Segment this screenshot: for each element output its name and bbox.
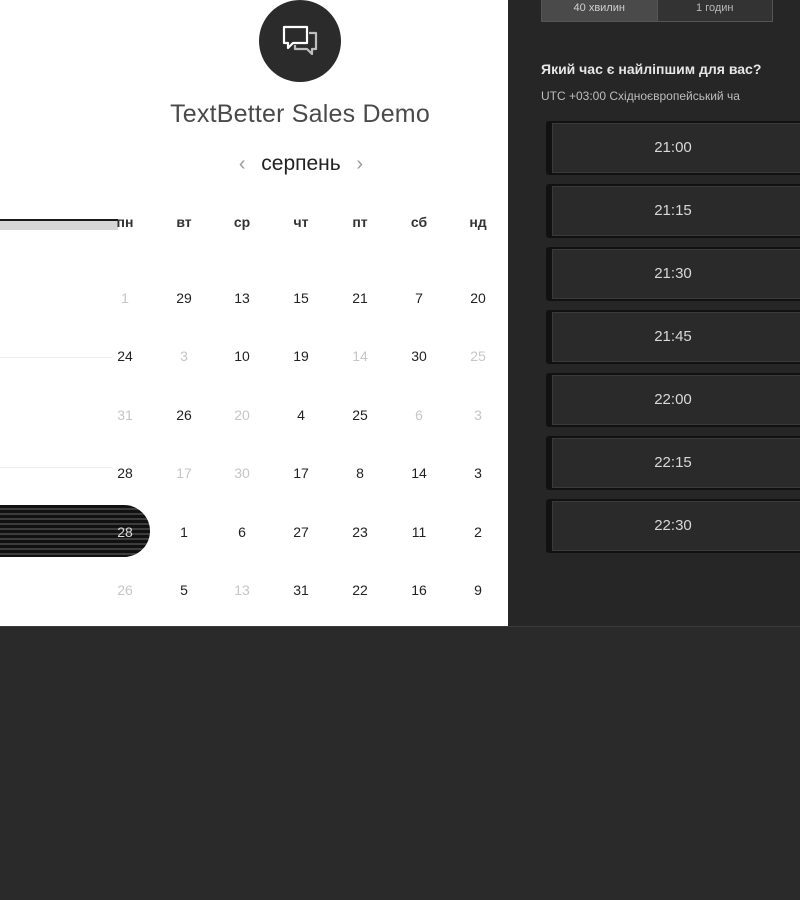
calendar-day: 17 xyxy=(176,465,192,481)
booking-page: TextBetter Sales Demo ‹ серпень › пн вт … xyxy=(0,0,800,900)
duration-selector: 40 хвилин 1 годин xyxy=(541,0,773,22)
calendar-day[interactable]: 15 xyxy=(271,290,331,306)
calendar-day[interactable]: 6 xyxy=(212,524,272,540)
calendar-day: 1 xyxy=(121,290,129,306)
calendar-day[interactable]: 11 xyxy=(389,524,449,540)
calendar-day[interactable]: 21 xyxy=(330,290,390,306)
time-slot-label: 21:00 xyxy=(654,139,692,156)
weekday-label: нд xyxy=(469,214,487,230)
weekday-label: сб xyxy=(410,214,428,230)
chat-bubbles-icon xyxy=(280,23,320,59)
time-slot-label: 21:45 xyxy=(654,328,692,345)
time-slot-label: 21:30 xyxy=(654,265,692,282)
calendar-day[interactable]: 28 xyxy=(95,465,155,481)
time-slot-label: 22:30 xyxy=(654,517,692,534)
calendar-day[interactable]: 26 xyxy=(154,407,214,423)
weekday-label: чт xyxy=(293,214,309,230)
weekday-label: пн xyxy=(116,214,134,230)
time-slot-button[interactable]: 21:00 xyxy=(546,121,800,175)
calendar-day[interactable]: 24 xyxy=(95,348,155,364)
calendar-day[interactable]: 13 xyxy=(212,290,272,306)
calendar-day[interactable]: 27 xyxy=(271,524,331,540)
calendar-day[interactable]: 3 xyxy=(448,465,508,481)
calendar-day: 30 xyxy=(234,465,250,481)
calendar-day[interactable]: 22 xyxy=(330,582,390,598)
time-slot-button[interactable]: 21:45 xyxy=(546,310,800,364)
time-slot-button[interactable]: 22:00 xyxy=(546,373,800,427)
calendar-day: 6 xyxy=(415,407,423,423)
time-question: Який час є найліпшим для вас? xyxy=(541,61,762,77)
calendar-day: 3 xyxy=(474,407,482,423)
calendar-day[interactable]: 25 xyxy=(330,407,390,423)
month-label: серпень xyxy=(261,152,341,175)
calendar-day[interactable]: 20 xyxy=(448,290,508,306)
calendar-day: 14 xyxy=(352,348,368,364)
calendar-day[interactable]: 29 xyxy=(154,290,214,306)
calendar-day[interactable]: 30 xyxy=(389,348,449,364)
time-slot-button[interactable]: 22:15 xyxy=(546,436,800,490)
calendar-day[interactable]: 7 xyxy=(389,290,449,306)
calendar-day[interactable]: 1 xyxy=(154,524,214,540)
page-background xyxy=(0,626,800,900)
weekday-label: пт xyxy=(352,214,368,230)
calendar-day[interactable]: 17 xyxy=(271,465,331,481)
calendar-day: 3 xyxy=(180,348,188,364)
calendar-day[interactable]: 19 xyxy=(271,348,331,364)
calendar-day[interactable]: 28 xyxy=(95,524,155,540)
time-slot-button[interactable]: 21:15 xyxy=(546,184,800,238)
calendar-day[interactable]: 14 xyxy=(389,465,449,481)
calendar-day: 20 xyxy=(234,407,250,423)
time-slot-button[interactable]: 21:30 xyxy=(546,247,800,301)
prev-month-button[interactable]: ‹ xyxy=(231,153,253,176)
calendar-day[interactable]: 10 xyxy=(212,348,272,364)
next-month-button[interactable]: › xyxy=(349,153,371,176)
time-panel: 40 хвилин 1 годин Який час є найліпшим д… xyxy=(508,0,800,626)
weekday-label: вт xyxy=(176,214,192,230)
calendar-day[interactable]: 5 xyxy=(154,582,214,598)
time-slot-button[interactable]: 22:30 xyxy=(546,499,800,553)
time-slot-label: 22:15 xyxy=(654,454,692,471)
weekday-label: ср xyxy=(233,214,251,230)
calendar-day[interactable]: 23 xyxy=(330,524,390,540)
calendar-panel: TextBetter Sales Demo ‹ серпень › пн вт … xyxy=(0,0,508,626)
calendar-day[interactable]: 8 xyxy=(330,465,390,481)
calendar-day: 25 xyxy=(470,348,486,364)
duration-option-40-min[interactable]: 40 хвилин xyxy=(542,0,657,21)
calendar-day[interactable]: 31 xyxy=(271,582,331,598)
calendar-day[interactable]: 16 xyxy=(389,582,449,598)
time-slot-label: 22:00 xyxy=(654,391,692,408)
calendar-day[interactable]: 4 xyxy=(271,407,331,423)
calendar-day: 31 xyxy=(117,407,133,423)
calendar-day: 26 xyxy=(117,582,133,598)
event-logo xyxy=(259,0,341,82)
month-navigation: ‹ серпень › xyxy=(226,150,376,178)
calendar-day: 13 xyxy=(234,582,250,598)
duration-option-1-hour[interactable]: 1 годин xyxy=(656,0,773,21)
calendar-day[interactable]: 2 xyxy=(448,524,508,540)
calendar-day[interactable]: 9 xyxy=(448,582,508,598)
timezone-label[interactable]: UTC +03:00 Східноєвропейський ча xyxy=(541,89,740,103)
time-slot-label: 21:15 xyxy=(654,202,692,219)
